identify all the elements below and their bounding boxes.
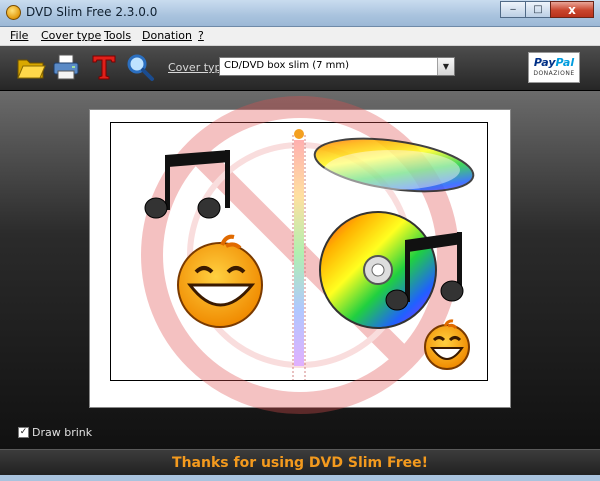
status-bar: Thanks for using DVD Slim Free! <box>0 449 600 476</box>
footer-message: Thanks for using DVD Slim Free! <box>172 455 428 471</box>
cover-artwork <box>141 96 475 414</box>
draw-brink-label: Draw brink <box>32 426 93 439</box>
cover-spine <box>294 140 304 366</box>
window-bottom-border <box>0 475 600 481</box>
spine-flame-icon <box>294 129 304 139</box>
draw-brink-checkbox[interactable]: ✓ <box>18 427 29 438</box>
rainbow-ellipse-shape <box>313 137 475 193</box>
app-window: DVD Slim Free 2.3.0.0 ‒ □ x File Cover t… <box>0 0 600 481</box>
cd-disc-icon <box>319 211 437 329</box>
draw-brink-option[interactable]: ✓ Draw brink <box>18 426 92 439</box>
